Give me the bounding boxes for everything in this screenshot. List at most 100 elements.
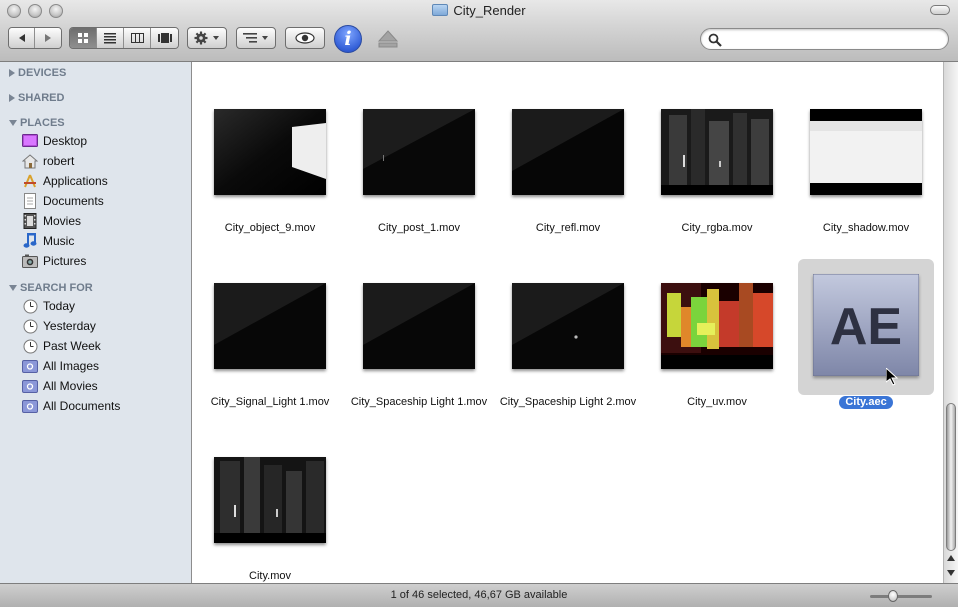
sidebar-section-places[interactable]: PLACES: [9, 117, 65, 129]
sidebar-item-desktop[interactable]: Desktop: [22, 132, 87, 150]
finder-window: City_Render i DEVICES SHARED PLACES Desk…: [0, 0, 958, 607]
sidebar-item-label: Desktop: [43, 134, 88, 148]
file-icon-grid[interactable]: City_object_9.mov City_post_1.mov City_r…: [193, 62, 943, 583]
file-name[interactable]: City_Spaceship Light 1.mov: [344, 396, 494, 409]
sidebar-item-music[interactable]: Music: [22, 232, 74, 250]
file-thumbnail[interactable]: [363, 283, 475, 369]
sidebar-item-all-movies[interactable]: All Movies: [22, 377, 98, 395]
file-thumbnail-city[interactable]: [214, 457, 326, 543]
window-title: City_Render: [0, 2, 958, 20]
sidebar-item-all-images[interactable]: All Images: [22, 357, 99, 375]
file-thumbnail[interactable]: [512, 283, 624, 369]
status-text: 1 of 46 selected, 46,67 GB available: [390, 589, 568, 601]
sidebar-item-label: Past Week: [43, 339, 101, 353]
back-button[interactable]: [9, 28, 36, 48]
sidebar-item-label: All Documents: [43, 399, 121, 413]
sidebar-item-label: Today: [43, 299, 76, 313]
home-icon: [22, 153, 38, 169]
sidebar-section-search-for[interactable]: SEARCH FOR: [9, 282, 93, 294]
arrange-menu-button[interactable]: [236, 27, 276, 49]
sidebar-item-label: Documents: [43, 194, 104, 208]
forward-button[interactable]: [35, 28, 61, 48]
file-name[interactable]: City_shadow.mov: [791, 222, 941, 235]
file-name[interactable]: City_Spaceship Light 2.mov: [493, 396, 643, 409]
forward-arrow-icon: [45, 34, 51, 42]
disclosure-right-icon[interactable]: [9, 94, 15, 102]
sidebar-item-label: All Images: [43, 359, 100, 373]
eye-icon: [295, 32, 315, 44]
file-name[interactable]: City_uv.mov: [642, 396, 792, 409]
disclosure-down-icon[interactable]: [9, 285, 17, 291]
toolbar-toggle-button[interactable]: [930, 5, 950, 15]
sidebar-item-today[interactable]: Today: [22, 297, 75, 315]
clock-icon: [22, 338, 38, 354]
search-for-header: SEARCH FOR: [20, 282, 93, 294]
sidebar-item-past-week[interactable]: Past Week: [22, 337, 101, 355]
selected-file-label[interactable]: City.aec: [839, 396, 893, 409]
vertical-scrollbar[interactable]: [943, 62, 958, 583]
sidebar-section-shared[interactable]: SHARED: [9, 92, 64, 104]
scrollbar-thumb[interactable]: [946, 403, 956, 551]
get-info-button[interactable]: i: [334, 25, 362, 53]
sidebar-item-robert[interactable]: robert: [22, 152, 74, 170]
sidebar-section-devices[interactable]: DEVICES: [9, 67, 66, 79]
sidebar-item-yesterday[interactable]: Yesterday: [22, 317, 96, 335]
column-view-button[interactable]: [124, 28, 151, 48]
info-icon: i: [344, 28, 352, 50]
file-name[interactable]: City.mov: [195, 570, 345, 583]
cover-flow-icon: [157, 33, 172, 43]
icon-view-icon: [78, 33, 88, 43]
disclosure-down-icon[interactable]: [9, 120, 17, 126]
smart-folder-icon: [22, 398, 38, 414]
file-thumbnail[interactable]: [363, 109, 475, 195]
file-thumbnail[interactable]: [512, 109, 624, 195]
file-name[interactable]: City_post_1.mov: [344, 222, 494, 235]
icon-view-button[interactable]: [70, 28, 97, 48]
shared-header: SHARED: [18, 92, 65, 104]
eject-icon[interactable]: [377, 28, 399, 50]
music-icon: [22, 233, 38, 249]
search-icon: [708, 33, 722, 47]
sidebar-item-pictures[interactable]: Pictures: [22, 252, 86, 270]
action-menu-button[interactable]: [187, 27, 227, 49]
documents-icon: [22, 193, 38, 209]
column-view-icon: [130, 33, 144, 43]
icon-size-slider[interactable]: [870, 595, 932, 598]
arrange-icon: [243, 33, 268, 43]
quick-look-button[interactable]: [285, 27, 325, 49]
file-name[interactable]: City_rgba.mov: [642, 222, 792, 235]
sidebar-item-all-documents[interactable]: All Documents: [22, 397, 120, 415]
file-name[interactable]: City_Signal_Light 1.mov: [195, 396, 345, 409]
after-effects-file-icon[interactable]: AE: [813, 274, 919, 376]
disclosure-right-icon[interactable]: [9, 69, 15, 77]
file-name[interactable]: City_refl.mov: [493, 222, 643, 235]
file-thumbnail[interactable]: [214, 283, 326, 369]
cover-flow-view-button[interactable]: [151, 28, 178, 48]
file-name[interactable]: City_object_9.mov: [195, 222, 345, 235]
file-name-selected[interactable]: City.aec: [791, 396, 941, 409]
search-field[interactable]: [700, 28, 949, 50]
sidebar-item-label: Pictures: [43, 254, 87, 268]
sidebar-item-label: Music: [43, 234, 75, 248]
mouse-cursor-icon: [886, 368, 898, 386]
search-input[interactable]: [727, 31, 937, 47]
file-thumbnail-shadow[interactable]: [810, 109, 922, 195]
icon-size-slider-knob[interactable]: [888, 590, 898, 602]
sidebar-item-label: Applications: [43, 174, 108, 188]
pictures-icon: [22, 253, 38, 269]
sidebar-item-movies[interactable]: Movies: [22, 212, 81, 230]
sidebar-item-label: All Movies: [43, 379, 98, 393]
file-thumbnail-city[interactable]: [661, 109, 773, 195]
desktop-icon: [22, 133, 38, 149]
file-thumbnail-object[interactable]: [214, 109, 326, 195]
scroll-up-icon[interactable]: [947, 555, 955, 561]
back-arrow-icon: [18, 34, 25, 42]
list-view-button[interactable]: [97, 28, 124, 48]
sidebar-item-label: robert: [43, 154, 75, 168]
file-thumbnail-uv[interactable]: [661, 283, 773, 369]
sidebar-item-applications[interactable]: Applications: [22, 172, 108, 190]
sidebar-item-documents[interactable]: Documents: [22, 192, 104, 210]
sidebar: DEVICES SHARED PLACES Desktop robert App…: [0, 62, 192, 583]
scroll-down-icon[interactable]: [947, 570, 955, 576]
movies-icon: [22, 213, 38, 229]
